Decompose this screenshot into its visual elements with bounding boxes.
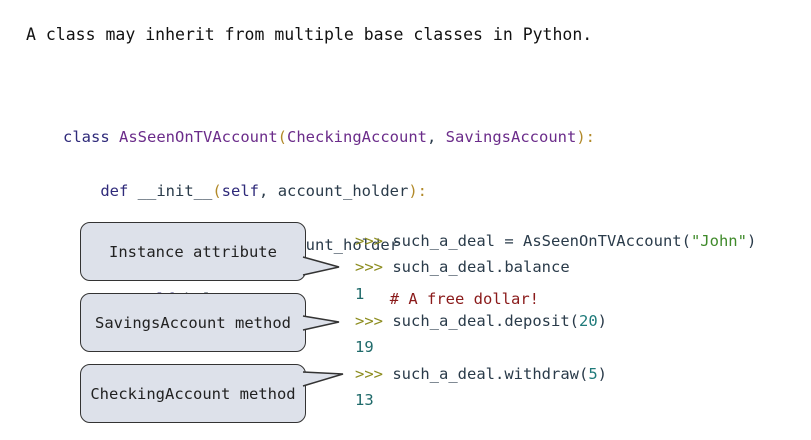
callout-pointer xyxy=(302,256,340,276)
repl-line-withdraw: >>> such_a_deal.withdraw(5) xyxy=(355,365,607,383)
repl-line-create: >>> such_a_deal = AsSeenOnTVAccount("Joh… xyxy=(355,232,756,250)
repl-prompt: >>> xyxy=(355,312,383,330)
repl-output: 13 xyxy=(355,391,374,409)
punct: ): xyxy=(576,128,595,146)
punct: ): xyxy=(408,182,428,200)
method-name: __init__ xyxy=(137,182,213,200)
callout-label: SavingsAccount method xyxy=(95,313,291,332)
punct: , xyxy=(426,128,437,146)
callout-savings-method: SavingsAccount method xyxy=(80,293,306,352)
repl-prompt: >>> xyxy=(355,258,383,276)
callout-pointer xyxy=(302,315,340,331)
repl-output-withdraw: 13 xyxy=(355,391,374,409)
code-line-class: class AsSeenOnTVAccount(CheckingAccount,… xyxy=(63,128,595,146)
repl-number-arg: 5 xyxy=(588,365,598,383)
callout-instance-attribute: Instance attribute xyxy=(80,222,306,281)
repl-output: 1 xyxy=(355,285,365,303)
base-class-savings: SavingsAccount xyxy=(445,128,577,146)
callout-checking-method: CheckingAccount method xyxy=(80,364,306,423)
keyword-class: class xyxy=(63,128,110,146)
repl-string-arg: "John" xyxy=(690,232,747,250)
repl-prompt: >>> xyxy=(355,232,383,250)
callout-pointer xyxy=(302,371,344,387)
class-name: AsSeenOnTVAccount xyxy=(119,128,278,146)
punct: , xyxy=(259,182,269,200)
base-class-checking: CheckingAccount xyxy=(287,128,427,146)
repl-line-deposit: >>> such_a_deal.deposit(20) xyxy=(355,312,607,330)
repl-prompt: >>> xyxy=(355,365,383,383)
punct: ( xyxy=(212,182,222,200)
param-account-holder: account_holder xyxy=(277,182,409,200)
punct: ( xyxy=(277,128,287,146)
callout-label: CheckingAccount method xyxy=(90,384,296,403)
repl-output-balance: 1 xyxy=(355,285,364,303)
punct: ) xyxy=(746,232,757,250)
punct: ) xyxy=(597,312,607,330)
page-heading: A class may inherit from multiple base c… xyxy=(26,25,593,44)
repl-line-balance: >>> such_a_deal.balance xyxy=(355,258,570,276)
keyword-def: def xyxy=(100,182,129,200)
repl-input: such_a_deal.balance xyxy=(392,258,570,276)
self-param: self xyxy=(221,182,259,200)
repl-output: 19 xyxy=(355,338,374,356)
repl-input: such_a_deal.deposit( xyxy=(392,312,579,330)
class-definition-code: class AsSeenOnTVAccount(CheckingAccount,… xyxy=(63,92,595,326)
code-line-def: def __init__(self, account_holder): xyxy=(63,182,595,200)
repl-output-deposit: 19 xyxy=(355,338,374,356)
repl-input: such_a_deal.withdraw( xyxy=(392,365,589,383)
callout-label: Instance attribute xyxy=(109,242,277,261)
punct: ) xyxy=(597,365,607,383)
repl-input: such_a_deal = AsSeenOnTVAccount( xyxy=(392,232,691,250)
code-comment: # A free dollar! xyxy=(389,290,539,308)
repl-number-arg: 20 xyxy=(578,312,598,330)
